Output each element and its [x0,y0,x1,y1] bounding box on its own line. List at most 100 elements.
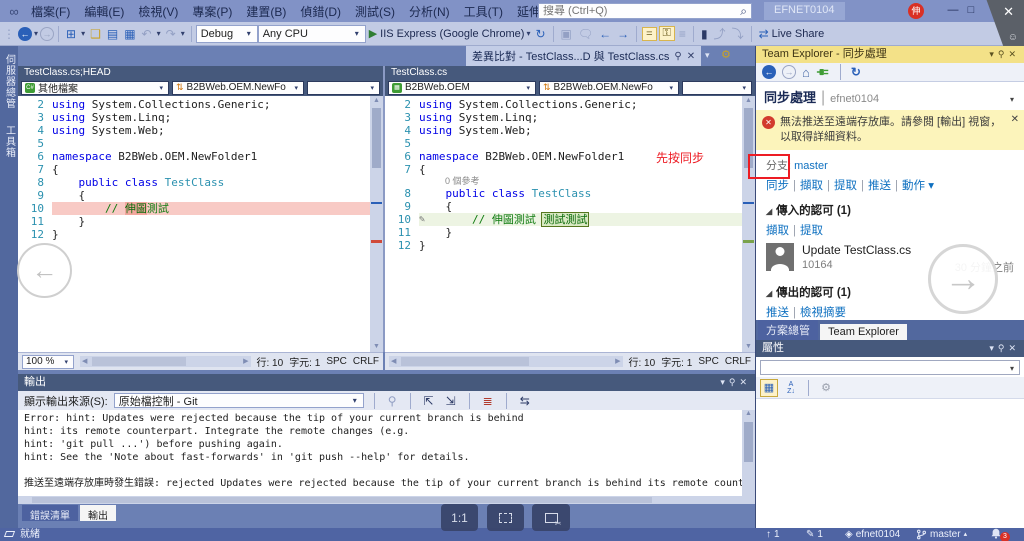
left-file-dropdown[interactable]: C# 其他檔案 ▾ [21,80,169,95]
repo-indicator[interactable]: ◈ efnet0104 [845,528,900,541]
code-line[interactable]: 7{ [18,163,370,176]
close-icon[interactable]: ✕ [739,377,751,387]
next-change-icon[interactable]: → [617,25,629,43]
menu-item-3[interactable]: 專案(P) [185,1,239,22]
live-share-icon[interactable]: ⇄ [759,25,769,43]
link-推送[interactable]: 推送 [766,307,789,319]
code-line[interactable]: 2 using System.Collections.Generic; [18,98,370,111]
home-icon[interactable]: ⌂ [802,65,810,80]
new-project-icon[interactable]: ⊞ [66,25,76,43]
save-icon[interactable]: ▤ [107,25,118,43]
code-line[interactable]: 4 using System.Web; [385,124,742,137]
output-source-dropdown[interactable]: 原始檔控制 - Git ▾ [113,393,364,408]
prev-image-arrow[interactable]: ← [17,243,72,298]
diff-settings-gear-icon[interactable]: ⚙ [721,48,731,61]
output-vscrollbar[interactable]: ▲ [742,410,755,496]
outgoing-commits-indicator[interactable]: ↑ 1 [766,528,780,541]
clear-all-icon[interactable]: ≣ [483,392,493,410]
code-line[interactable]: 12} [18,228,370,241]
next-message-icon[interactable]: ⇲ [446,392,456,410]
tab-list-chevron-icon[interactable]: ▾ [705,50,710,61]
left-project-dropdown[interactable]: ⇅ B2BWeb.OEM.NewFo ▾ [172,80,304,95]
navigate-forward-icon[interactable]: → [40,26,55,41]
side-tab-1[interactable]: 工具箱 [2,117,17,166]
connect-plug-icon[interactable] [816,65,830,79]
branch-indicator[interactable]: master ▴ [916,528,967,541]
side-by-side-diff-icon[interactable]: = [642,26,657,41]
account-button[interactable]: EFNET0104 [764,2,845,20]
next-image-arrow[interactable]: → [928,244,998,314]
link-擷取[interactable]: 擷取 [800,180,823,192]
forward-icon[interactable]: → [782,65,796,79]
close-icon[interactable]: ✕ [1003,4,1014,20]
bookmark-icon[interactable]: ▮ [701,25,708,43]
left-editor-scrollbar[interactable]: ▲ ▼ [370,96,383,352]
window-menu-icon[interactable]: ▾ [989,49,998,59]
run-dropdown[interactable]: ▾ [526,29,530,38]
refresh-icon[interactable]: ↻ [535,25,545,43]
dismiss-notice-icon[interactable]: ✕ [1011,114,1019,125]
pending-edits-indicator[interactable]: ✎ 1 [806,528,823,541]
zoom-dropdown[interactable]: 100 % ▾ [22,354,74,369]
output-hscrollbar[interactable] [18,496,755,504]
sync-scroll-lock-icon[interactable]: ⚿ [658,26,675,41]
link-推送[interactable]: 推送 [868,180,891,192]
codelens-row[interactable]: 0 個參考 [385,176,742,187]
refresh-icon[interactable]: ↻ [851,65,861,79]
code-line[interactable]: 3 using System.Linq; [18,111,370,124]
close-icon[interactable]: ✕ [1008,343,1020,353]
left-editor-hscrollbar[interactable]: ◀ ▶ [80,356,251,367]
left-code-editor[interactable]: 2 using System.Collections.Generic; 3 using… [18,96,370,352]
code-line[interactable]: 11 } [18,215,370,228]
attach-process-icon[interactable]: ▣ [561,25,572,43]
properties-titlebar[interactable]: 屬性 ▾⚲✕ [756,340,1024,357]
tab-right-panel-0[interactable]: 方案總管 [758,320,818,340]
save-all-icon[interactable]: ▦ [124,25,135,43]
collapse-icon[interactable]: ◢ [766,207,772,216]
tab-output-panel-1[interactable]: 輸出 [80,505,116,522]
code-line[interactable]: 8 public class TestClass [18,176,370,189]
prev-message-icon[interactable]: ⇱ [424,392,434,410]
link-同步[interactable]: 同步 [766,180,789,192]
code-line[interactable]: 6 namespace B2BWeb.OEM.NewFolder1 [18,150,370,163]
link-提取[interactable]: 提取 [800,225,823,237]
right-namespace-dropdown[interactable]: ⇅ B2BWeb.OEM.NewFo ▾ [539,80,679,95]
code-line[interactable]: 9 { [18,189,370,202]
side-tab-0[interactable]: 伺服器總管 [2,46,17,117]
menu-item-6[interactable]: 測試(S) [348,1,402,22]
run-target-button[interactable]: IIS Express (Google Chrome) [380,28,524,40]
link-檢視摘要[interactable]: 檢視摘要 [800,307,846,319]
pin-icon[interactable]: ⚲ [674,51,681,62]
right-editor-hscrollbar[interactable]: ◀ ▶ [389,356,623,367]
codelens-references[interactable]: 0 個參考 [419,176,742,187]
redo-dropdown[interactable]: ▾ [181,29,185,38]
collapse-icon[interactable]: ◢ [766,289,772,298]
pin-icon[interactable]: ⚲ [729,377,740,387]
code-line[interactable]: 11 } [385,226,742,239]
alphabetical-sort-icon[interactable]: A Z↓ [782,379,800,397]
search-input[interactable] [539,5,741,17]
pin-icon[interactable]: ⚲ [998,343,1009,353]
debug-config-dropdown[interactable]: Debug ▾ [195,24,258,43]
back-dropdown[interactable]: ▾ [34,29,38,38]
minimize-button[interactable]: — [944,0,962,20]
code-line[interactable]: 4 using System.Web; [18,124,370,137]
code-line[interactable]: 3 using System.Linq; [385,111,742,124]
code-line[interactable]: 5 [18,137,370,150]
pin-icon[interactable]: ⚲ [998,49,1009,59]
previous-change-icon[interactable]: ← [599,25,611,43]
incoming-section-header[interactable]: ◢ 傳入的認可 (1) [756,193,1024,218]
viewer-snip-button[interactable] [532,504,570,531]
code-line[interactable]: 8 public class TestClass [385,187,742,200]
viewer-fit-button[interactable] [487,504,524,531]
categorized-icon[interactable]: ▦ [760,378,778,397]
code-line[interactable]: 10 ✎ // 伸圖測試 測試測試 [385,212,742,227]
window-menu-icon[interactable]: ▾ [720,377,729,387]
code-line[interactable]: 2 using System.Collections.Generic; [385,98,742,111]
notifications-count-badge[interactable]: 3 [1000,532,1010,541]
link-動作[interactable]: 動作 [902,180,925,192]
diff-document-tab[interactable]: 差異比對 - TestClass...D 與 TestClass.cs ⚲ ✕ [466,46,702,66]
close-icon[interactable]: ✕ [1008,49,1020,59]
close-tab-icon[interactable]: ✕ [687,51,695,62]
menu-item-2[interactable]: 檢視(V) [131,1,185,22]
